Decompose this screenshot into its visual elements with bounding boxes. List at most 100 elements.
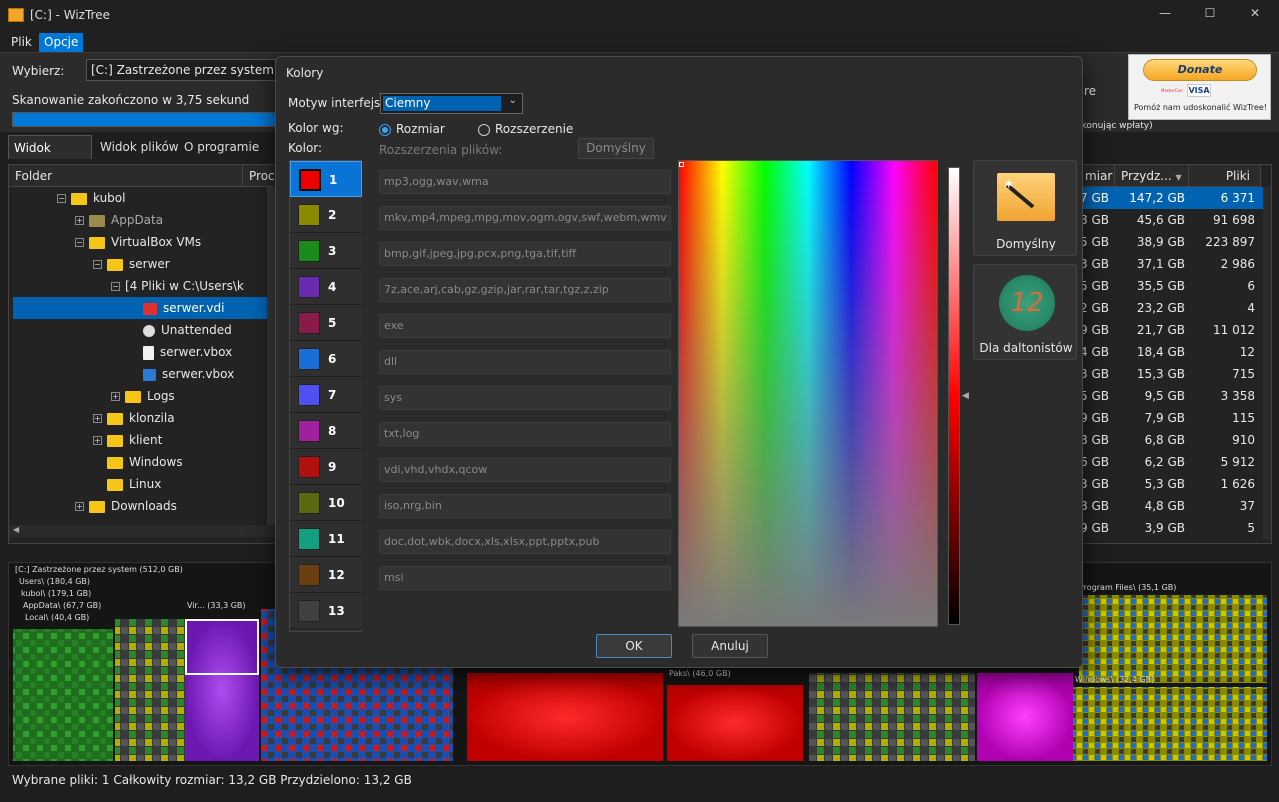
drive-select[interactable]: [C:] Zastrzeżone przez system bbox=[86, 59, 276, 81]
donate-button[interactable]: Donate bbox=[1143, 59, 1257, 81]
extensions-field-7[interactable]: sys bbox=[379, 386, 671, 410]
spectrum-marker[interactable] bbox=[679, 162, 684, 167]
maximize-button[interactable]: ☐ bbox=[1195, 6, 1225, 20]
tab-tree-view[interactable]: Widok drzewa bbox=[8, 135, 92, 179]
extensions-field-3[interactable]: bmp,gif,jpeg,jpg,pcx,png,tga,tif,tiff bbox=[379, 242, 671, 266]
allocated-cell: 35,5 GB bbox=[1136, 279, 1185, 293]
v-scrollbar[interactable] bbox=[1263, 187, 1271, 539]
size-row[interactable]: 9 GB 21,7 GB 11 012 bbox=[1079, 319, 1263, 341]
tree-row[interactable]: + Downloads bbox=[13, 495, 273, 517]
extensions-field-8[interactable]: txt,log bbox=[379, 422, 671, 446]
extensions-field-11[interactable]: doc,dot,wbk,docx,xls,xlsx,ppt,pptx,pub bbox=[379, 530, 671, 554]
size-row[interactable]: 3 GB 15,3 GB 715 bbox=[1079, 363, 1263, 385]
close-button[interactable]: ✕ bbox=[1240, 6, 1270, 20]
tree-row[interactable]: + AppData bbox=[13, 209, 273, 231]
size-row[interactable]: 5 GB 35,5 GB 6 bbox=[1079, 275, 1263, 297]
extensions-field-6[interactable]: dll bbox=[379, 350, 671, 374]
expand-toggle-icon[interactable]: + bbox=[93, 436, 102, 445]
color-row-13[interactable]: 13 bbox=[290, 593, 362, 629]
preset-default-button[interactable]: ✶ Domyślny bbox=[973, 160, 1077, 256]
extensions-field-12[interactable]: msi bbox=[379, 566, 671, 590]
color-row-6[interactable]: 6 bbox=[290, 341, 362, 377]
color-row-12[interactable]: 12 bbox=[290, 557, 362, 593]
tab-about[interactable]: O programie bbox=[179, 135, 264, 159]
extensions-field-2[interactable]: mkv,mp4,mpeg,mpg,mov,ogm,ogv,swf,webm,wm… bbox=[379, 206, 671, 230]
scroll-left-icon[interactable]: ◀ bbox=[13, 525, 19, 534]
size-row[interactable]: 6 GB 6,2 GB 5 912 bbox=[1079, 451, 1263, 473]
ok-button[interactable]: OK bbox=[596, 634, 672, 658]
expand-toggle-icon[interactable]: − bbox=[75, 238, 84, 247]
menu-options[interactable]: Opcje bbox=[39, 33, 84, 52]
size-row[interactable]: 4 GB 18,4 GB 12 bbox=[1079, 341, 1263, 363]
color-row-7[interactable]: 7 bbox=[290, 377, 362, 413]
tree-row[interactable]: + klonzila bbox=[13, 407, 273, 429]
extensions-field-10[interactable]: iso,nrg,bin bbox=[379, 494, 671, 518]
preset-colorblind-button[interactable]: 12 Dla daltonistów bbox=[973, 264, 1077, 360]
color-row-4[interactable]: 4 bbox=[290, 269, 362, 305]
color-row-5[interactable]: 5 bbox=[290, 305, 362, 341]
tree-row[interactable]: serwer.vbox bbox=[13, 363, 273, 385]
default-extensions-button[interactable]: Domyślny bbox=[578, 138, 654, 159]
expand-toggle-icon[interactable]: + bbox=[75, 216, 84, 225]
color-row-9[interactable]: 9 bbox=[290, 449, 362, 485]
color-row-2[interactable]: 2 bbox=[290, 197, 362, 233]
color-swatch bbox=[298, 528, 320, 550]
column-percent[interactable]: Proce bbox=[243, 165, 282, 187]
size-row[interactable]: 9 GB 3,9 GB 5 bbox=[1079, 517, 1263, 539]
size-row[interactable]: 9 GB 7,9 GB 115 bbox=[1079, 407, 1263, 429]
tree-row[interactable]: serwer.vdi bbox=[13, 297, 273, 319]
expand-toggle-icon[interactable]: + bbox=[75, 502, 84, 511]
size-row[interactable]: 2 GB 23,2 GB 4 bbox=[1079, 297, 1263, 319]
cancel-button[interactable]: Anuluj bbox=[692, 634, 768, 658]
luminance-arrow-icon[interactable]: ◀ bbox=[962, 391, 969, 401]
size-row[interactable]: 8 GB 4,8 GB 37 bbox=[1079, 495, 1263, 517]
color-row-1[interactable]: 1 bbox=[290, 161, 362, 197]
expand-toggle-icon[interactable]: + bbox=[93, 414, 102, 423]
menu-file[interactable]: Plik bbox=[6, 33, 37, 52]
radio-extension-dot[interactable] bbox=[478, 123, 490, 136]
tree-row[interactable]: Linux bbox=[13, 473, 273, 495]
column-size[interactable]: miar bbox=[1079, 165, 1115, 187]
column-folder[interactable]: Folder bbox=[9, 165, 243, 187]
tree-row[interactable]: serwer.vbox bbox=[13, 341, 273, 363]
h-scrollbar[interactable]: ◀ bbox=[9, 525, 275, 537]
column-files[interactable]: Pliki bbox=[1189, 165, 1261, 187]
color-row-8[interactable]: 8 bbox=[290, 413, 362, 449]
tree-row[interactable]: + klient bbox=[13, 429, 273, 451]
column-allocated[interactable]: Przydz... ▼ bbox=[1115, 165, 1189, 187]
expand-toggle-icon[interactable]: − bbox=[111, 282, 120, 291]
tree-row[interactable]: + Logs bbox=[13, 385, 273, 407]
color-row-3[interactable]: 3 bbox=[290, 233, 362, 269]
extensions-field-1[interactable]: mp3,ogg,wav,wma bbox=[379, 170, 671, 194]
tree-row[interactable]: − kubol bbox=[13, 187, 273, 209]
color-number: 6 bbox=[328, 352, 337, 366]
theme-select[interactable]: Ciemny ⌄ bbox=[380, 93, 523, 114]
color-row-10[interactable]: 10 bbox=[290, 485, 362, 521]
radio-size[interactable]: Rozmiar bbox=[379, 122, 445, 136]
extensions-field-4[interactable]: 7z,ace,arj,cab,gz,gzip,jar,rar,tar,tgz,z… bbox=[379, 278, 671, 302]
tree-row[interactable]: − VirtualBox VMs bbox=[13, 231, 273, 253]
size-row[interactable]: 8 GB 6,8 GB 910 bbox=[1079, 429, 1263, 451]
color-row-11[interactable]: 11 bbox=[290, 521, 362, 557]
size-row[interactable]: 7 GB 147,2 GB 6 371 bbox=[1079, 187, 1263, 209]
tree-row[interactable]: − serwer bbox=[13, 253, 273, 275]
radio-extension[interactable]: Rozszerzenie bbox=[478, 122, 573, 136]
size-row[interactable]: 5 GB 38,9 GB 223 897 bbox=[1079, 231, 1263, 253]
tree-row[interactable]: Windows bbox=[13, 451, 273, 473]
tab-file-view[interactable]: Widok plików bbox=[95, 135, 184, 159]
extensions-field-9[interactable]: vdi,vhd,vhdx,qcow bbox=[379, 458, 671, 482]
size-row[interactable]: 3 GB 5,3 GB 1 626 bbox=[1079, 473, 1263, 495]
color-spectrum[interactable] bbox=[678, 160, 938, 627]
expand-toggle-icon[interactable]: + bbox=[111, 392, 120, 401]
tree-row[interactable]: − [4 Pliki w C:\Users\k bbox=[13, 275, 273, 297]
tree-row[interactable]: Unattended bbox=[13, 319, 273, 341]
size-row[interactable]: 5 GB 9,5 GB 3 358 bbox=[1079, 385, 1263, 407]
extensions-field-5[interactable]: exe bbox=[379, 314, 671, 338]
luminance-slider[interactable] bbox=[948, 167, 960, 625]
expand-toggle-icon[interactable]: − bbox=[93, 260, 102, 269]
expand-toggle-icon[interactable]: − bbox=[57, 194, 66, 203]
minimize-button[interactable]: — bbox=[1150, 6, 1180, 20]
size-row[interactable]: 8 GB 45,6 GB 91 698 bbox=[1079, 209, 1263, 231]
size-row[interactable]: 3 GB 37,1 GB 2 986 bbox=[1079, 253, 1263, 275]
radio-size-dot[interactable] bbox=[379, 123, 391, 136]
